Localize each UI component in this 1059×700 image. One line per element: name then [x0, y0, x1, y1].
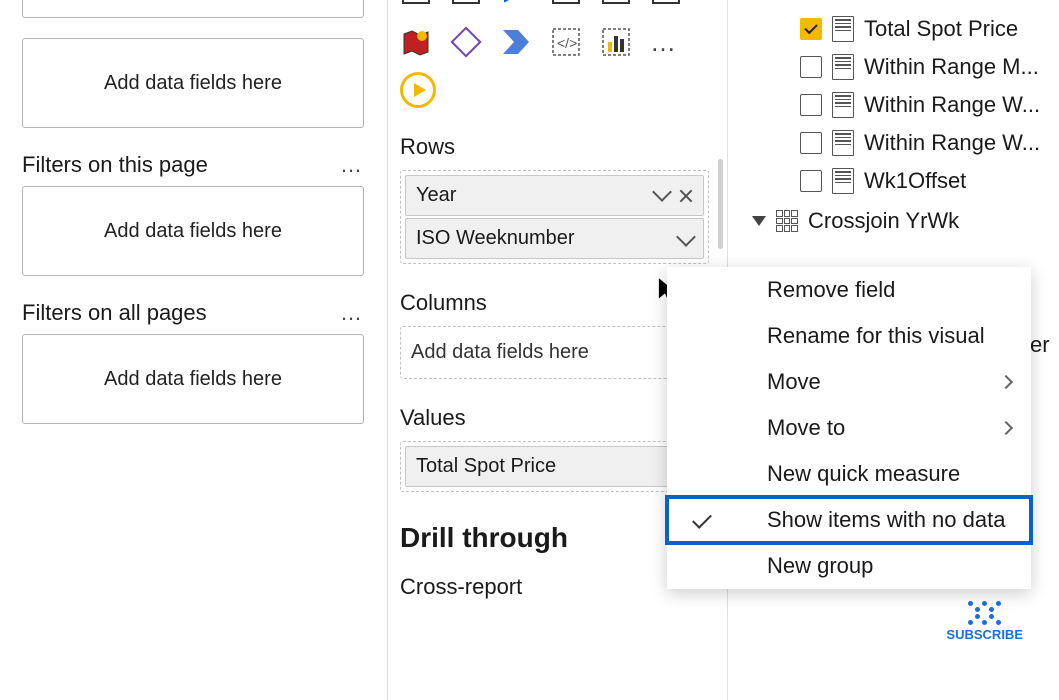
field-total-spot-price[interactable]: Total Spot Price: [800, 10, 1047, 48]
more-icon[interactable]: …: [340, 300, 364, 326]
map-viz-icon[interactable]: [400, 26, 432, 58]
field-label: Total Spot Price: [416, 455, 556, 478]
columns-well[interactable]: Add data fields here: [400, 326, 709, 379]
table-label: Crossjoin YrWk: [808, 208, 959, 234]
drop-zone-filters-all[interactable]: Add data fields here: [22, 334, 364, 424]
filters-on-all-header: Filters on all pages …: [22, 300, 364, 326]
dna-icon: [946, 614, 1023, 625]
drop-zone-label: Add data fields here: [104, 72, 282, 95]
play-button[interactable]: [400, 72, 436, 108]
filters-on-all-label: Filters on all pages: [22, 300, 207, 326]
values-well[interactable]: Total Spot Price: [400, 441, 709, 492]
row-field-iso-weeknumber[interactable]: ISO Weeknumber: [405, 218, 704, 259]
check-icon: [692, 509, 712, 529]
checkbox[interactable]: [800, 132, 822, 154]
measure-icon: [832, 16, 854, 42]
field-label: Within Range M...: [864, 54, 1039, 80]
measure-icon: [832, 168, 854, 194]
field-label: Within Range W...: [864, 130, 1040, 156]
more-icon[interactable]: …: [340, 152, 364, 178]
chevron-right-icon: [999, 375, 1013, 389]
field-label: Total Spot Price: [864, 16, 1018, 42]
field-within-range-m[interactable]: Within Range M...: [800, 48, 1047, 86]
field-label: ISO Weeknumber: [416, 227, 575, 250]
drop-zone-filters-page[interactable]: Add data fields here: [22, 186, 364, 276]
field-label: Year: [416, 184, 456, 207]
ctx-show-items-no-data[interactable]: Show items with no data: [667, 497, 1031, 543]
checkbox-checked[interactable]: [800, 18, 822, 40]
value-field-total-spot-price[interactable]: Total Spot Price: [405, 446, 704, 487]
measure-icon: [832, 54, 854, 80]
table-crossjoin-yrwk[interactable]: Crossjoin YrWk: [740, 204, 1047, 238]
viz-type-icon[interactable]: [600, 0, 632, 6]
ctx-rename-visual[interactable]: Rename for this visual: [667, 313, 1031, 359]
table-icon: [776, 210, 798, 232]
checkbox[interactable]: [800, 56, 822, 78]
viz-type-icon[interactable]: [650, 0, 682, 6]
field-within-range-w1[interactable]: Within Range W...: [800, 86, 1047, 124]
measure-icon: [832, 92, 854, 118]
chevron-right-icon: [999, 421, 1013, 435]
ctx-new-group[interactable]: New group: [667, 543, 1031, 589]
drop-zone-label: Add data fields here: [104, 368, 282, 391]
close-icon[interactable]: [679, 189, 693, 203]
field-label: Within Range W...: [864, 92, 1040, 118]
custom-viz-icon[interactable]: [450, 26, 482, 58]
ctx-move[interactable]: Move: [667, 359, 1031, 405]
power-automate-icon[interactable]: [500, 26, 532, 58]
subscribe-label: SUBSCRIBE: [946, 627, 1023, 642]
viz-type-icon[interactable]: [550, 0, 582, 6]
checkbox[interactable]: [800, 94, 822, 116]
measure-icon: [832, 130, 854, 156]
chevron-down-icon[interactable]: [652, 182, 672, 202]
viz-type-icon[interactable]: [450, 0, 482, 6]
svg-text:</>: </>: [557, 35, 577, 51]
drop-zone-label: Add data fields here: [104, 220, 282, 243]
drop-zone-label: Add data fields here: [411, 341, 589, 363]
values-label: Values: [400, 405, 709, 431]
filters-on-page-label: Filters on this page: [22, 152, 208, 178]
script-viz-icon[interactable]: </>: [550, 26, 582, 58]
ctx-remove-field[interactable]: Remove field: [667, 267, 1031, 313]
subscribe-badge[interactable]: SUBSCRIBE: [946, 601, 1023, 642]
rows-label: Rows: [400, 134, 709, 160]
drop-zone-filter-visual[interactable]: [22, 0, 364, 18]
field-within-range-w2[interactable]: Within Range W...: [800, 124, 1047, 162]
filters-pane: Add data fields here Filters on this pag…: [0, 0, 388, 700]
obscured-text: er: [1030, 332, 1050, 358]
rows-well[interactable]: Year ISO Weeknumber: [400, 170, 709, 264]
row-field-year[interactable]: Year: [405, 175, 704, 216]
drop-zone-filter-visual-add[interactable]: Add data fields here: [22, 38, 364, 128]
scrollbar-thumb[interactable]: [718, 159, 723, 249]
field-label: Wk1Offset: [864, 168, 966, 194]
caret-down-icon[interactable]: [752, 216, 766, 226]
context-menu: Remove field Rename for this visual Move…: [667, 267, 1031, 589]
chevron-down-icon[interactable]: [676, 227, 696, 247]
more-viz-icon[interactable]: …: [650, 27, 678, 58]
filters-on-page-header: Filters on this page …: [22, 152, 364, 178]
ctx-move-to[interactable]: Move to: [667, 405, 1031, 451]
dna-icon: [946, 601, 1023, 612]
play-icon: [414, 83, 426, 97]
drill-through-label: Drill through: [400, 522, 709, 554]
checkbox[interactable]: [800, 170, 822, 192]
cross-report-label: Cross-report: [400, 574, 709, 600]
ai-viz-icon[interactable]: [600, 26, 632, 58]
field-wk1offset[interactable]: Wk1Offset: [800, 162, 1047, 200]
viz-type-icon[interactable]: [500, 0, 532, 6]
ctx-new-quick-measure[interactable]: New quick measure: [667, 451, 1031, 497]
viz-type-icon[interactable]: [400, 0, 432, 6]
